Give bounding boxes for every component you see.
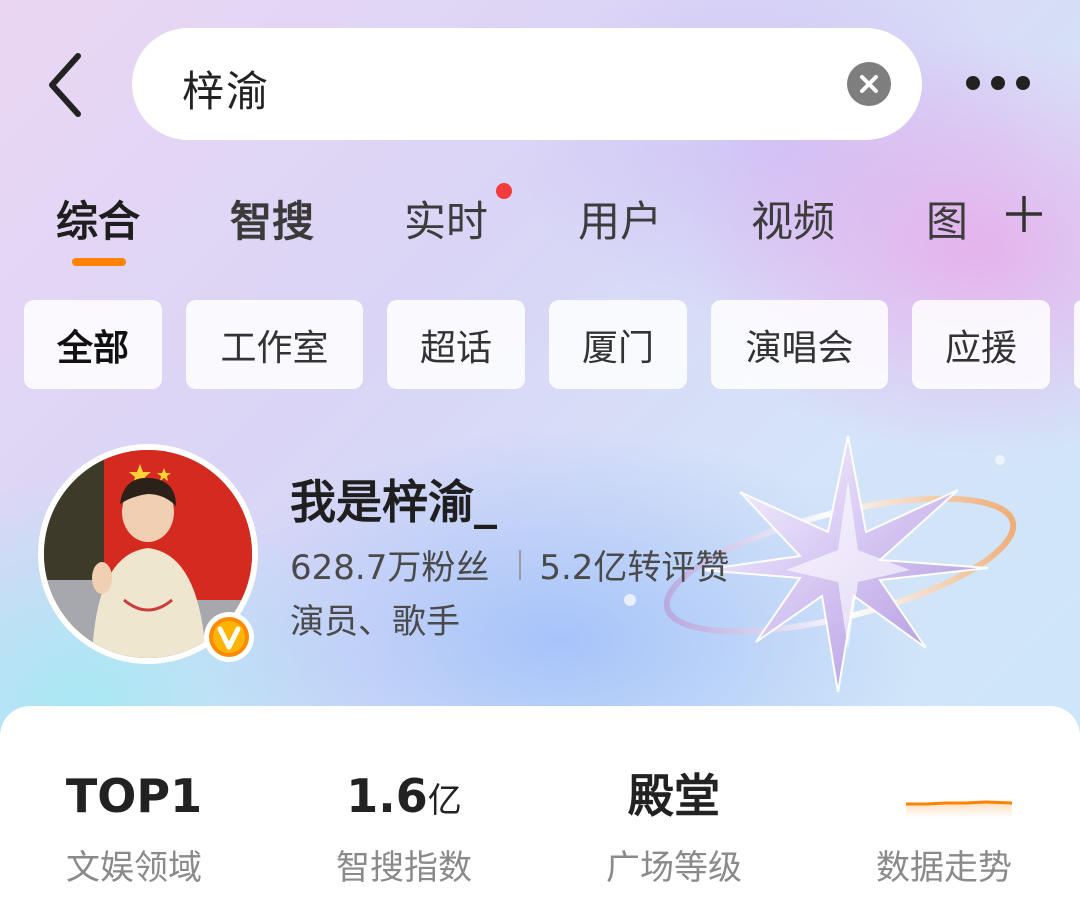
chip-concert[interactable]: 演唱会 — [711, 300, 888, 389]
profile-name[interactable]: 我是梓渝_ — [290, 466, 497, 532]
back-button[interactable] — [40, 50, 96, 120]
metric-label: 智搜指数 — [336, 848, 472, 888]
plus-icon — [1006, 196, 1042, 232]
fans-count: 628.7万粉丝 — [290, 548, 490, 588]
tab-users[interactable]: 用户 — [578, 188, 662, 249]
metric-rank[interactable]: TOP1 文娱领域 — [4, 766, 264, 889]
chevron-left-icon — [49, 53, 81, 117]
profile-stats: 628.7万粉丝 5.2亿转评赞 — [290, 540, 729, 589]
clear-search-button[interactable] — [847, 62, 891, 106]
search-query-text: 梓渝 — [182, 67, 271, 116]
close-icon — [860, 75, 878, 93]
metrics-card: TOP1 文娱领域 1.6亿 智搜指数 殿堂 广场等级 数据走势 — [0, 706, 1080, 913]
search-input[interactable]: 梓渝 — [132, 28, 922, 140]
profile-role: 演员、歌手 — [290, 602, 460, 642]
more-options-button[interactable] — [962, 70, 1034, 98]
metric-smart-index[interactable]: 1.6亿 智搜指数 — [274, 766, 534, 889]
metric-unit: 亿 — [427, 781, 462, 821]
metric-data-trend[interactable]: 数据走势 — [814, 766, 1074, 889]
active-tab-indicator — [72, 258, 126, 266]
more-dot-icon — [991, 76, 1005, 90]
more-dot-icon — [1016, 76, 1030, 90]
metric-value: TOP1 — [65, 769, 203, 823]
more-dot-icon — [966, 76, 980, 90]
notification-dot — [496, 183, 512, 199]
chip-all[interactable]: 全部 — [24, 300, 162, 389]
interaction-count: 5.2亿转评赞 — [539, 548, 730, 588]
chip-super-topic[interactable]: 超话 — [387, 300, 525, 389]
trend-sparkline-icon — [906, 800, 1012, 818]
metric-label: 广场等级 — [606, 848, 742, 888]
chip-support[interactable]: 应援 — [912, 300, 1050, 389]
tab-realtime[interactable]: 实时 — [404, 188, 488, 249]
metric-plaza-level[interactable]: 殿堂 广场等级 — [544, 766, 804, 889]
tab-video[interactable]: 视频 — [751, 188, 835, 249]
chip-overflow-edge — [1074, 300, 1080, 389]
stat-divider — [519, 549, 522, 580]
tab-smart-search[interactable]: 智搜 — [230, 188, 314, 249]
add-tab-button[interactable] — [1004, 194, 1044, 234]
verified-v-icon — [209, 617, 249, 657]
metric-label: 数据走势 — [876, 848, 1012, 888]
tab-comprehensive[interactable]: 综合 — [56, 188, 140, 249]
metric-label: 文娱领域 — [66, 848, 202, 888]
metric-value: 1.6亿 — [346, 769, 462, 823]
search-header: 梓渝 综合 智搜 实时 用户 视频 图 全部 工作室 超话 厦门 演唱会 应援 — [0, 0, 1080, 760]
metric-value: 殿堂 — [628, 769, 720, 823]
verified-badge — [204, 612, 254, 662]
chip-xiamen[interactable]: 厦门 — [549, 300, 687, 389]
chip-studio[interactable]: 工作室 — [186, 300, 363, 389]
tab-images[interactable]: 图 — [926, 188, 968, 249]
